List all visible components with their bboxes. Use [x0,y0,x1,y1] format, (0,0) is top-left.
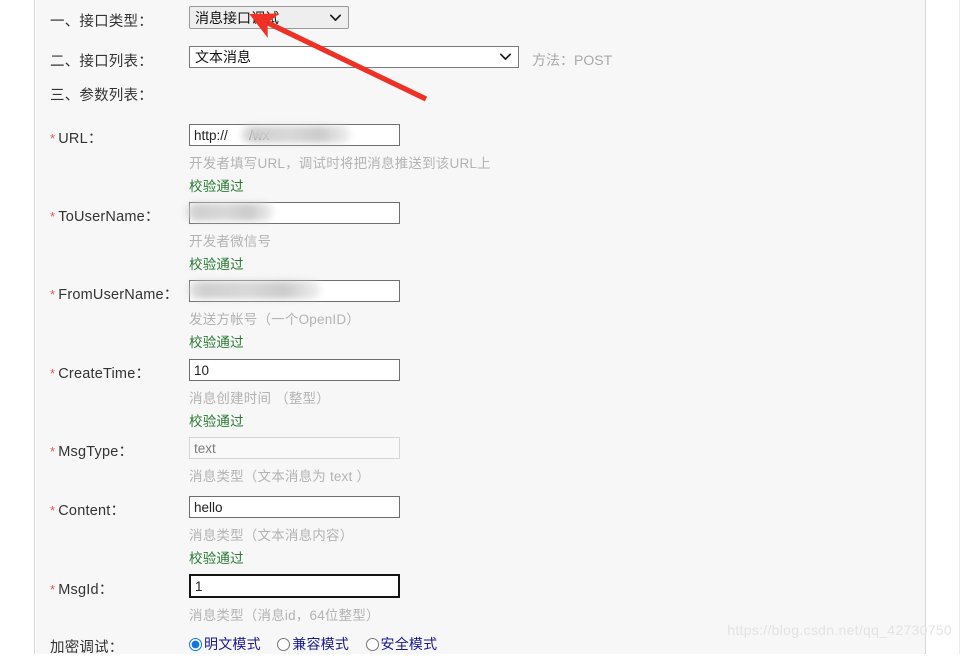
interface-list-select[interactable]: 文本消息 图片消息 语音消息 视频消息 事件推送 [189,46,519,68]
http-method-label: 方法： [532,52,574,68]
msg-id-label-text: MsgId： [58,582,114,598]
url-label: * URL： [50,127,103,148]
required-marker: * [50,209,56,224]
page-right-margin [925,0,959,654]
msg-id-input[interactable] [189,574,400,598]
http-method: 方法：POST [532,50,612,70]
required-marker: * [50,582,56,597]
encrypt-mode-secure-label: 安全模式 [380,636,438,652]
watermark: https://blog.csdn.net/qq_42730750 [727,622,952,638]
content-input[interactable] [189,496,400,518]
required-marker: * [50,503,56,518]
msg-type-label: * MsgType： [50,440,133,461]
msg-id-label: * MsgId： [50,578,113,599]
from-user-name-hint: 发送方帐号（一个OpenID） [189,312,361,327]
interface-type-select[interactable]: 消息接口调试 基础支持 接收消息 发送消息 用户管理 [189,6,349,29]
interface-list-label: 二、接口列表： [50,54,153,70]
to-user-name-hint: 开发者微信号 [189,234,272,249]
create-time-label-text: CreateTime： [58,366,151,382]
msg-id-hint: 消息类型（消息id，64位整型） [189,608,380,623]
param-list-label: 三、参数列表： [50,88,153,104]
interface-list-select-wrap: 文本消息 图片消息 语音消息 视频消息 事件推送 [189,46,519,68]
from-user-name-validation: 校验通过 [189,335,244,350]
to-user-name-validation: 校验通过 [189,257,244,272]
create-time-label: * CreateTime： [50,362,150,383]
create-time-input[interactable] [189,359,400,381]
from-user-name-input[interactable] [189,280,400,302]
content-label-text: Content： [58,503,126,519]
required-marker: * [50,366,56,381]
create-time-validation: 校验通过 [189,414,244,429]
encrypt-mode-plain[interactable]: 明文模式 [189,634,261,654]
debug-form-panel: 一、接口类型： 消息接口调试 基础支持 接收消息 发送消息 用户管理 二、接口列… [36,0,925,656]
interface-type-row: 一、接口类型： 消息接口调试 基础支持 接收消息 发送消息 用户管理 [36,6,925,32]
content-hint: 消息类型（文本消息内容） [189,528,354,543]
page-right-edge [959,0,965,654]
encrypt-mode-secure[interactable]: 安全模式 [365,634,438,654]
content-label: * Content： [50,499,125,520]
url-hint: 开发者填写URL，调试时将把消息推送到该URL上 [189,156,491,171]
content-validation: 校验通过 [189,551,244,566]
msg-type-input[interactable] [189,437,400,459]
to-user-name-label-text: ToUserName： [58,209,160,225]
required-marker: * [50,131,56,146]
required-marker: * [50,444,56,459]
interface-type-label: 一、接口类型： [50,14,153,30]
encrypt-mode-compat-radio[interactable] [277,637,291,651]
encrypt-mode-compat-label: 兼容模式 [292,636,350,652]
url-suffix-text: /wx [249,128,270,143]
page-left-margin [0,0,35,654]
required-marker: * [50,287,56,302]
from-user-name-label-text: FromUserName： [58,287,179,303]
encrypt-mode-plain-label: 明文模式 [204,636,261,652]
encrypt-mode-compat[interactable]: 兼容模式 [277,634,349,654]
url-input[interactable] [189,124,400,146]
url-label-text: URL： [58,131,103,147]
msg-type-label-text: MsgType： [58,444,134,460]
from-user-name-label: * FromUserName： [50,283,179,304]
http-method-value: POST [574,52,613,68]
url-validation: 校验通过 [189,179,244,194]
param-list-row: 三、参数列表： [36,82,925,106]
encrypt-mode-secure-radio[interactable] [365,637,379,651]
to-user-name-label: * ToUserName： [50,205,160,226]
msg-type-hint: 消息类型（文本消息为 text ） [189,469,371,484]
create-time-hint: 消息创建时间 （整型） [189,391,330,406]
interface-list-row: 二、接口列表： 文本消息 图片消息 语音消息 视频消息 事件推送 方法：POST [36,46,925,72]
encrypt-mode-plain-radio[interactable] [189,637,202,651]
to-user-name-input[interactable] [189,202,400,224]
interface-type-select-wrap: 消息接口调试 基础支持 接收消息 发送消息 用户管理 [189,6,349,29]
